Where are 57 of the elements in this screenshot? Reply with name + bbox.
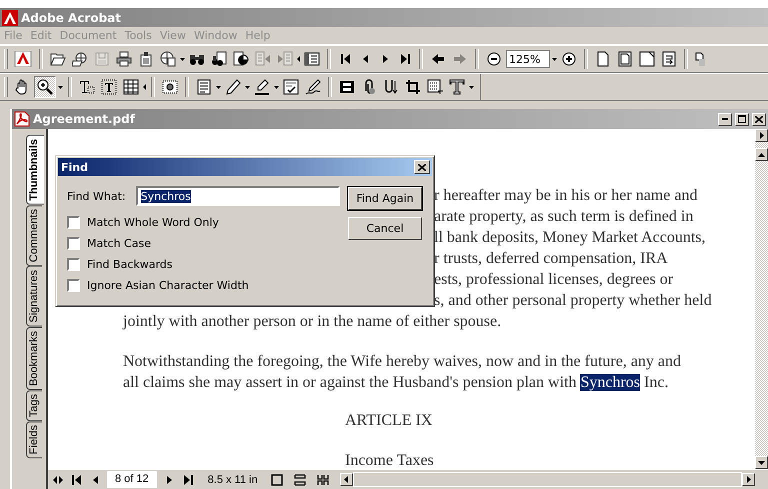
document-text-line: r hereafter may be in his or her name and: [434, 186, 698, 206]
page-number-field[interactable]: 8 of 12: [107, 471, 157, 488]
document-paragraph: Notwithstanding the foregoing, the Wife hereby waives, now and in the future, any and all claims she may assert in or against the Husband's pension plan with Synchros Inc.: [123, 352, 682, 393]
panel-tab[interactable]: Tags: [26, 390, 42, 421]
up-arrow-icon: [758, 152, 765, 156]
find-what-label: Find What:: [67, 190, 126, 202]
pdf-file-icon: [14, 111, 30, 127]
scroll-left-button[interactable]: [340, 473, 353, 486]
panel-tab[interactable]: Thumbnails: [26, 135, 44, 205]
right-arrow-icon: [746, 476, 750, 483]
scroll-up-button[interactable]: [755, 148, 768, 161]
minimize-button[interactable]: [718, 112, 732, 126]
minimize-icon: [722, 118, 728, 120]
maximize-button[interactable]: [735, 112, 749, 126]
single-page-icon[interactable]: [270, 474, 283, 486]
window-title: Adobe Acrobat: [21, 10, 122, 24]
checkbox[interactable]: [67, 279, 80, 292]
panel-tab[interactable]: Comments: [26, 204, 42, 266]
cancel-button[interactable]: Cancel: [348, 217, 422, 240]
left-arrow-icon: [344, 476, 348, 483]
panel-tab[interactable]: Fields: [26, 420, 42, 458]
scroll-down-button[interactable]: [755, 456, 768, 469]
split-toggle-icon[interactable]: [52, 474, 64, 486]
find-again-button[interactable]: Find Again: [348, 187, 422, 210]
panel-tab[interactable]: Bookmarks: [26, 326, 42, 390]
maximize-icon: [738, 115, 746, 123]
checkbox[interactable]: [67, 216, 80, 229]
document-text-line: arate property, as such term is defined in: [434, 207, 694, 227]
checkbox[interactable]: [67, 237, 80, 250]
checkbox-label: Match Case: [87, 237, 151, 250]
checkbox-label: Ignore Asian Character Width: [87, 279, 249, 292]
scrollbar-thumb[interactable]: [352, 472, 742, 487]
split-button[interactable]: [755, 129, 768, 142]
page-size-label: 8.5 x 11 in: [206, 474, 259, 486]
continuous-page-icon[interactable]: [294, 474, 306, 486]
right-arrow-icon: [760, 132, 764, 139]
zoom-field[interactable]: 125%: [506, 50, 550, 68]
document-text-line: jointly with another person or in the name of either spouse.: [123, 312, 502, 332]
scroll-right-button[interactable]: [742, 473, 755, 486]
checkbox-label: Find Backwards: [87, 258, 173, 271]
close-button[interactable]: [752, 112, 766, 126]
down-arrow-icon: [758, 460, 765, 464]
facing-pages-icon[interactable]: [316, 474, 329, 486]
document-text-line: ests, professional licenses, degrees or: [434, 270, 674, 290]
section-heading: ARTICLE IX: [345, 411, 434, 431]
close-icon: [418, 164, 426, 170]
panel-tab[interactable]: Signatures: [26, 266, 42, 327]
checkbox[interactable]: [67, 258, 80, 271]
search-field[interactable]: Synchros: [136, 186, 340, 206]
checkbox-label: Match Whole Word Only: [87, 216, 219, 229]
close-icon: [755, 116, 763, 122]
close-button[interactable]: [414, 160, 430, 174]
document-title: Agreement.pdf: [33, 112, 136, 126]
section-subheading: Income Taxes: [345, 451, 435, 469]
document-text-line: ll bank deposits, Money Market Accounts,: [434, 228, 707, 248]
dialog-title: Find: [61, 160, 89, 174]
document-text-line: r trusts, deferred compensation, IRA: [434, 249, 669, 269]
